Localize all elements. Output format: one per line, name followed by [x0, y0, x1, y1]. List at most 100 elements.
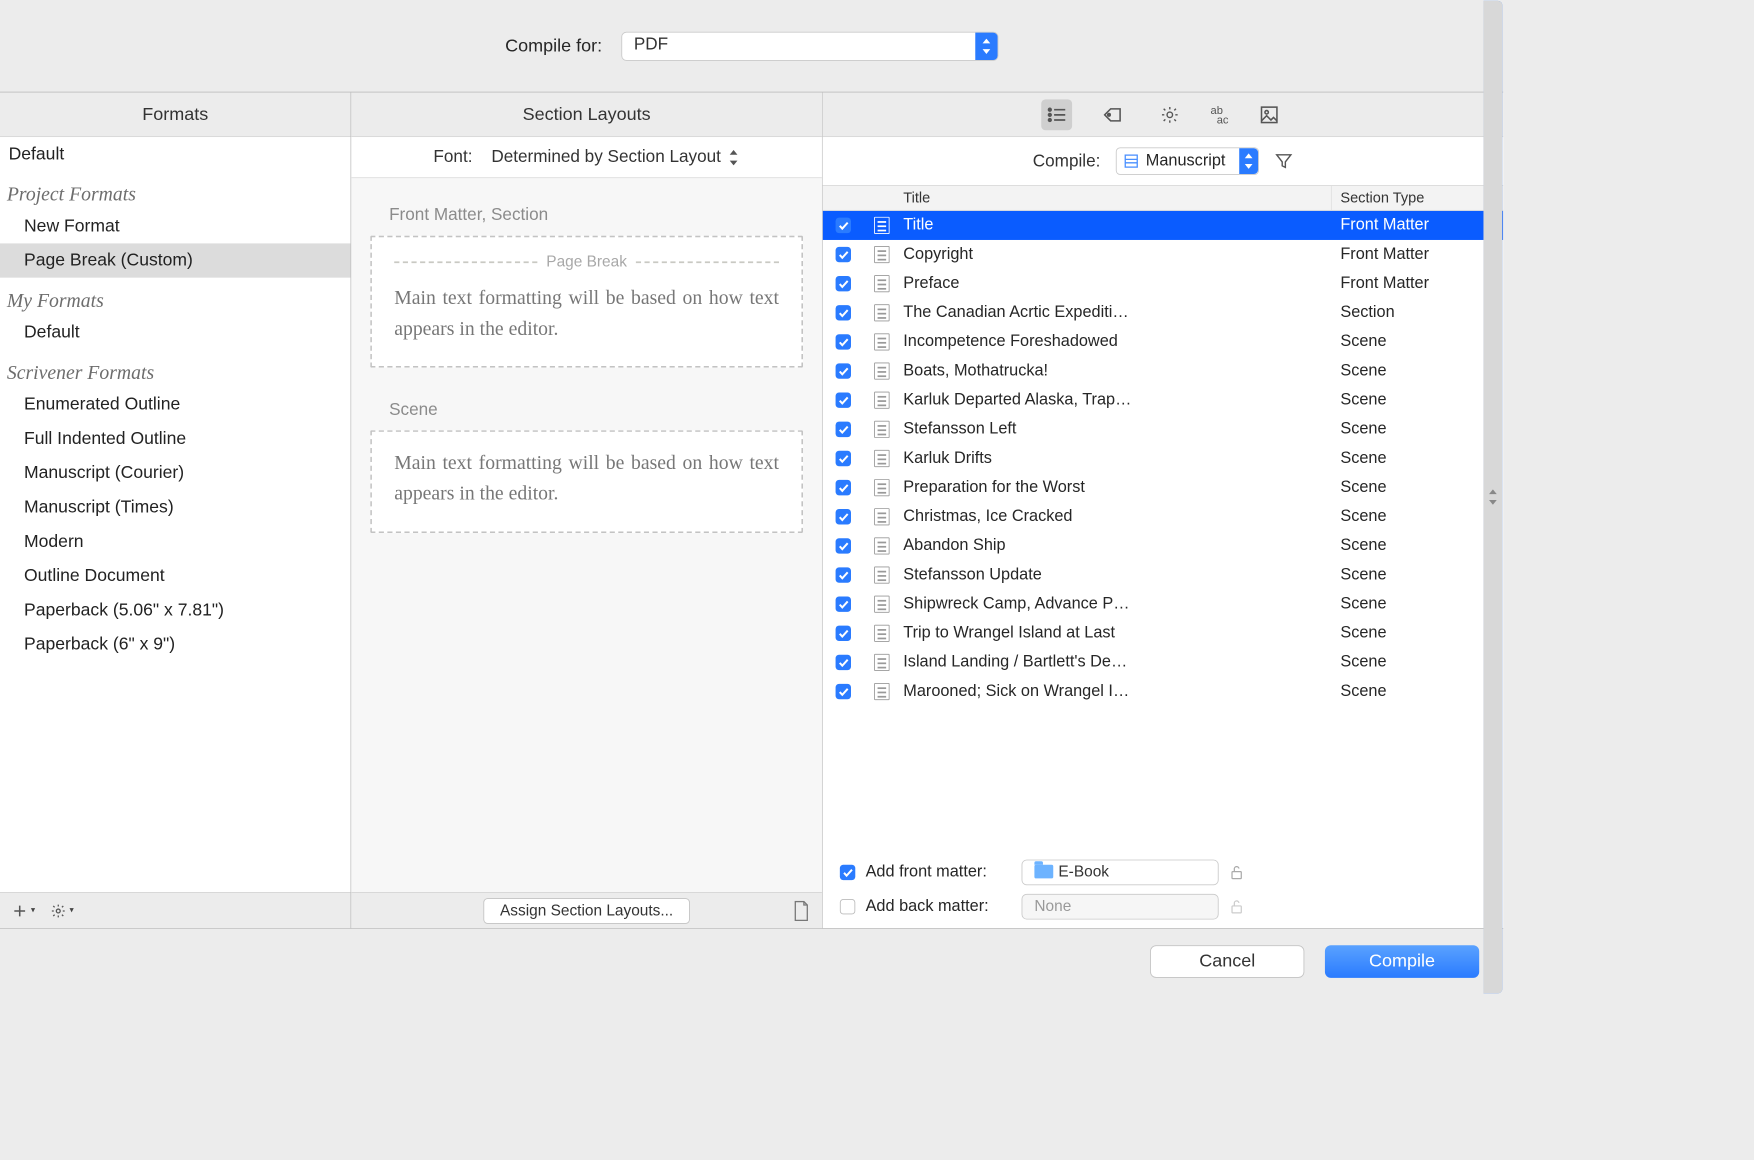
- include-checkbox[interactable]: [836, 655, 851, 670]
- include-checkbox[interactable]: [836, 567, 851, 582]
- include-checkbox[interactable]: [836, 422, 851, 437]
- assign-section-layouts-button[interactable]: Assign Section Layouts...: [484, 898, 690, 924]
- format-manuscript-courier[interactable]: Manuscript (Courier): [0, 456, 351, 490]
- table-row[interactable]: PrefaceFront Matter⌄: [823, 269, 1503, 298]
- doc-title: Karluk Drifts: [900, 449, 1332, 468]
- include-checkbox[interactable]: [836, 247, 851, 262]
- document-icon: [874, 508, 889, 525]
- section-type: Scene: [1332, 653, 1478, 672]
- section-type-chevron-icon[interactable]: ⌄: [1477, 626, 1503, 641]
- front-matter-select[interactable]: E-Book: [1022, 860, 1219, 886]
- unlock-icon[interactable]: [1229, 865, 1244, 880]
- tab-cover-icon[interactable]: [1254, 99, 1285, 130]
- section-type: Scene: [1332, 507, 1478, 526]
- include-checkbox[interactable]: [836, 276, 851, 291]
- section-type-chevron-icon[interactable]: ⌄: [1477, 684, 1503, 699]
- section-type-chevron-icon[interactable]: ⌄: [1477, 480, 1503, 495]
- format-outline-document[interactable]: Outline Document: [0, 559, 351, 593]
- section-type-chevron-icon[interactable]: ⌄: [1477, 509, 1503, 524]
- table-row[interactable]: Preparation for the WorstScene⌄: [823, 473, 1503, 502]
- section-type-chevron-icon[interactable]: ⌄: [1477, 335, 1503, 350]
- table-row[interactable]: Incompetence ForeshadowedScene⌄: [823, 327, 1503, 356]
- back-matter-select[interactable]: None: [1022, 894, 1219, 920]
- folder-icon: [1034, 865, 1053, 879]
- section-type-chevron-icon[interactable]: ⌄: [1477, 539, 1503, 554]
- format-manuscript-times[interactable]: Manuscript (Times): [0, 490, 351, 524]
- include-checkbox[interactable]: [836, 393, 851, 408]
- tab-options-gear-icon[interactable]: [1154, 99, 1185, 130]
- tab-replacements-icon[interactable]: ab ac: [1211, 99, 1229, 130]
- section-type-chevron-icon[interactable]: ⌄: [1477, 218, 1503, 233]
- table-row[interactable]: Stefansson UpdateScene⌄: [823, 560, 1503, 589]
- include-checkbox[interactable]: [836, 509, 851, 524]
- section-type-chevron-icon[interactable]: ⌄: [1477, 247, 1503, 262]
- include-checkbox[interactable]: [836, 451, 851, 466]
- table-row[interactable]: TitleFront Matter⌄: [823, 211, 1503, 240]
- format-paperback-6x9[interactable]: Paperback (6" x 9"): [0, 627, 351, 661]
- section-type-chevron-icon[interactable]: ⌄: [1477, 422, 1503, 437]
- include-checkbox[interactable]: [836, 218, 851, 233]
- table-row[interactable]: The Canadian Acrtic Expediti…Section⌄: [823, 298, 1503, 327]
- tab-contents-icon[interactable]: [1041, 99, 1072, 130]
- format-enum-outline[interactable]: Enumerated Outline: [0, 387, 351, 421]
- tab-metadata-icon[interactable]: [1097, 99, 1128, 130]
- doc-title: Trip to Wrangel Island at Last: [900, 624, 1332, 643]
- format-full-indented[interactable]: Full Indented Outline: [0, 422, 351, 456]
- table-row[interactable]: CopyrightFront Matter⌄: [823, 240, 1503, 269]
- table-row[interactable]: Island Landing / Bartlett's De…Scene⌄: [823, 648, 1503, 677]
- table-row[interactable]: Christmas, Ice CrackedScene⌄: [823, 502, 1503, 531]
- formats-header: Formats: [0, 93, 351, 138]
- header-section-type[interactable]: Section Type: [1332, 186, 1503, 210]
- section-type-chevron-icon[interactable]: ⌄: [1477, 451, 1503, 466]
- table-row[interactable]: Karluk Departed Alaska, Trap…Scene⌄: [823, 386, 1503, 415]
- add-format-button[interactable]: ▾: [12, 903, 35, 918]
- format-page-break-custom[interactable]: Page Break (Custom): [0, 243, 351, 277]
- section-type-chevron-icon[interactable]: ⌄: [1477, 655, 1503, 670]
- include-checkbox[interactable]: [836, 596, 851, 611]
- section-type-chevron-icon[interactable]: ⌄: [1477, 364, 1503, 379]
- compile-button[interactable]: Compile: [1325, 945, 1479, 978]
- layout-preview-scene[interactable]: Main text formatting will be based on ho…: [370, 430, 803, 532]
- layout-label-scene: Scene: [389, 400, 803, 420]
- cancel-button[interactable]: Cancel: [1150, 945, 1304, 978]
- add-front-matter-checkbox[interactable]: [840, 865, 855, 880]
- compile-target-select[interactable]: Manuscript: [1116, 147, 1259, 174]
- include-checkbox[interactable]: [836, 334, 851, 349]
- doc-title: Boats, Mothatrucka!: [900, 362, 1332, 381]
- section-type-chevron-icon[interactable]: ⌄: [1477, 276, 1503, 291]
- section-type-chevron-icon[interactable]: ⌄: [1477, 306, 1503, 321]
- table-row[interactable]: Trip to Wrangel Island at LastScene⌄: [823, 619, 1503, 648]
- table-row[interactable]: Stefansson LeftScene⌄: [823, 415, 1503, 444]
- include-checkbox[interactable]: [836, 480, 851, 495]
- section-type-chevron-icon[interactable]: ⌄: [1477, 568, 1503, 583]
- add-back-matter-label: Add back matter:: [866, 897, 1012, 916]
- table-row[interactable]: Karluk DriftsScene⌄: [823, 444, 1503, 473]
- font-popup[interactable]: Determined by Section Layout: [491, 147, 739, 167]
- table-row[interactable]: Shipwreck Camp, Advance P…Scene⌄: [823, 590, 1503, 619]
- include-checkbox[interactable]: [836, 363, 851, 378]
- include-checkbox[interactable]: [836, 684, 851, 699]
- document-icon: [874, 217, 889, 234]
- document-list[interactable]: TitleFront Matter⌄CopyrightFront Matter⌄…: [823, 211, 1503, 851]
- table-row[interactable]: Marooned; Sick on Wrangel I…Scene⌄: [823, 677, 1503, 706]
- compile-for-select[interactable]: PDF: [621, 31, 998, 60]
- include-checkbox[interactable]: [836, 305, 851, 320]
- add-back-matter-checkbox[interactable]: [840, 899, 855, 914]
- format-default[interactable]: Default: [0, 137, 351, 171]
- table-row[interactable]: Boats, Mothatrucka!Scene⌄: [823, 357, 1503, 386]
- format-my-default[interactable]: Default: [0, 315, 351, 349]
- format-new-format[interactable]: New Format: [0, 209, 351, 243]
- include-checkbox[interactable]: [836, 538, 851, 553]
- filter-icon[interactable]: [1274, 152, 1293, 171]
- format-settings-button[interactable]: ▾: [51, 903, 74, 918]
- header-title[interactable]: Title: [900, 186, 1332, 210]
- format-modern[interactable]: Modern: [0, 524, 351, 558]
- include-checkbox[interactable]: [836, 626, 851, 641]
- section-type: Front Matter: [1332, 274, 1478, 293]
- document-icon: [874, 333, 889, 350]
- section-type-chevron-icon[interactable]: ⌄: [1477, 597, 1503, 612]
- section-type-chevron-icon[interactable]: ⌄: [1477, 393, 1503, 408]
- format-paperback-506[interactable]: Paperback (5.06" x 7.81"): [0, 593, 351, 627]
- table-row[interactable]: Abandon ShipScene⌄: [823, 531, 1503, 560]
- layout-preview-front-matter[interactable]: Page Break Main text formatting will be …: [370, 236, 803, 368]
